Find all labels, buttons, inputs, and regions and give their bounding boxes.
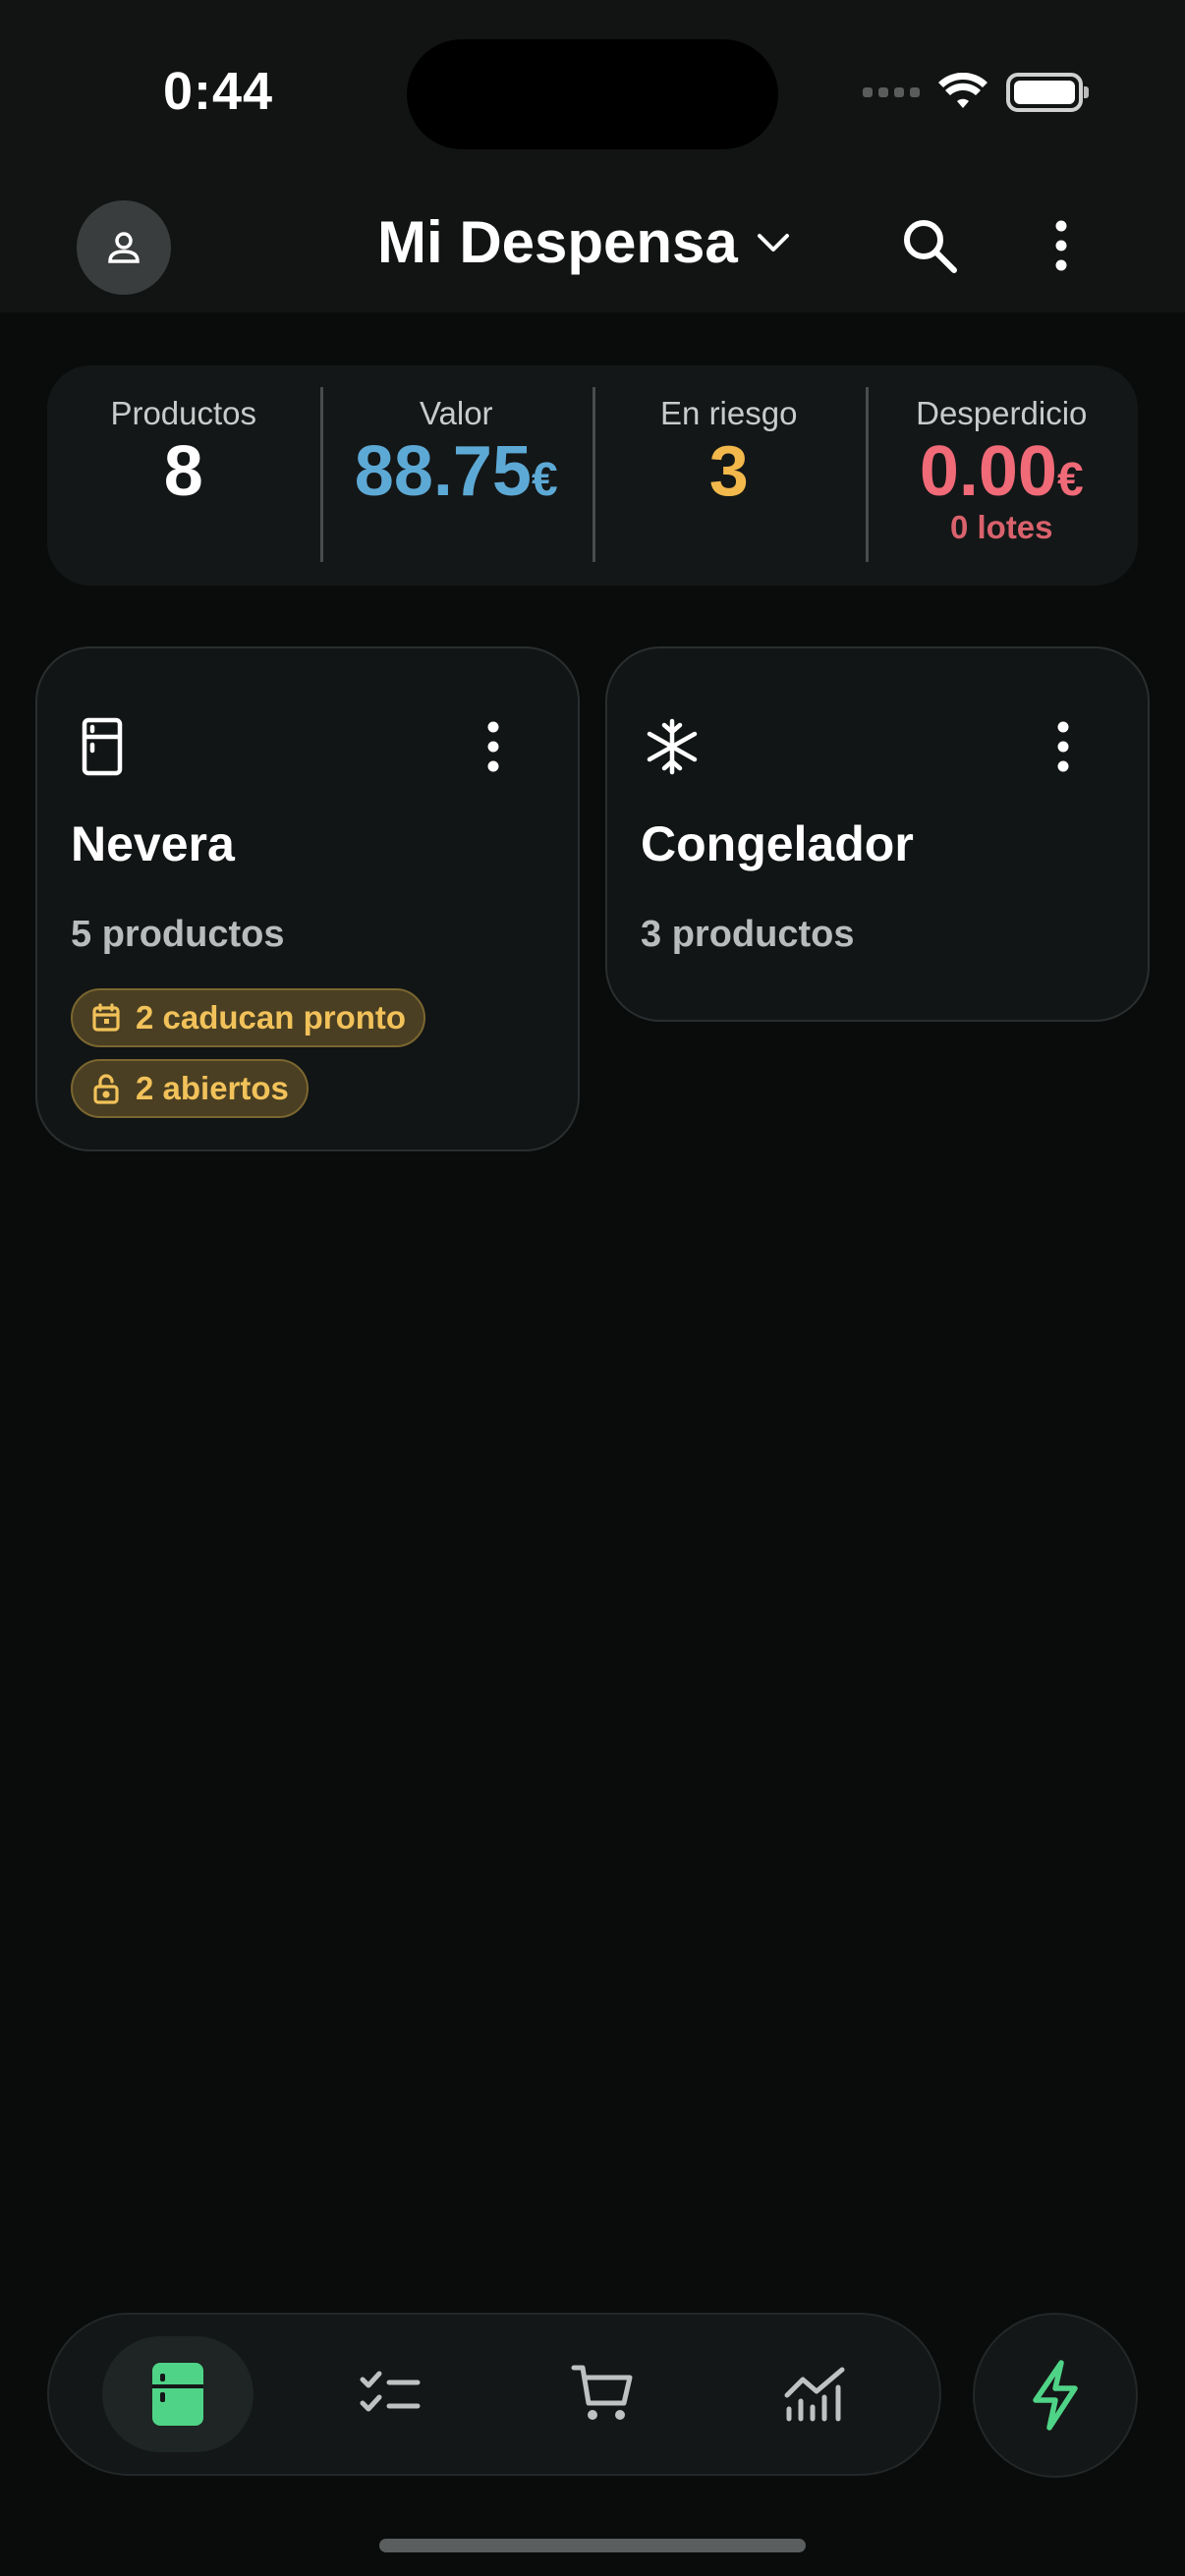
page-title: Mi Despensa [377, 209, 738, 275]
nav-tab-stats[interactable] [739, 2336, 890, 2452]
person-icon [108, 232, 140, 263]
quick-action-button[interactable] [973, 2313, 1138, 2478]
search-button[interactable] [890, 206, 969, 285]
summary-stats: Productos 8 Valor 88.75€ En riesgo 3 Des… [47, 365, 1138, 586]
stat-label: Valor [419, 395, 493, 431]
cart-icon [571, 2365, 633, 2420]
stat-products: Productos 8 [47, 387, 320, 564]
stat-label: Productos [110, 395, 257, 431]
lock-open-icon [93, 1074, 119, 1104]
stat-sub: 0 lotes [949, 509, 1053, 545]
stat-label: Desperdicio [916, 395, 1088, 431]
nav-tab-pantry[interactable] [102, 2336, 254, 2452]
stat-value-total: Valor 88.75€ [319, 387, 593, 564]
home-indicator [379, 2539, 806, 2552]
stat-value: 3 [708, 432, 749, 511]
status-time: 0:44 [163, 62, 274, 121]
bottom-navigation [47, 2313, 941, 2476]
cellular-signal-icon [863, 87, 920, 97]
badge-expiring: 2 caducan pronto [71, 988, 426, 1047]
more-vertical-icon [1055, 220, 1067, 271]
stat-label: En riesgo [660, 395, 798, 431]
card-product-count: 3 productos [641, 914, 855, 955]
snowflake-icon [647, 718, 698, 775]
dynamic-island [407, 39, 778, 149]
stat-value: 0.00€ [919, 432, 1084, 511]
battery-icon [1006, 73, 1089, 112]
calendar-icon [92, 1003, 120, 1032]
pantry-icon [152, 2363, 203, 2426]
checklist-icon [360, 2371, 421, 2412]
location-card-nevera[interactable]: Nevera 5 productos 2 caducan pronto 2 ab… [35, 646, 580, 1151]
card-product-count: 5 productos [71, 914, 285, 955]
card-more-icon[interactable] [1051, 717, 1075, 776]
card-title: Congelador [641, 816, 914, 871]
stat-value: 88.75€ [354, 432, 558, 511]
chevron-down-icon [757, 233, 789, 252]
fridge-icon [82, 717, 123, 776]
search-icon [904, 220, 957, 273]
badge-label: 2 caducan pronto [136, 999, 407, 1036]
badge-label: 2 abiertos [136, 1070, 289, 1106]
nav-tab-lists[interactable] [314, 2336, 466, 2452]
wifi-icon [938, 73, 988, 108]
analytics-icon [784, 2367, 845, 2422]
card-title: Nevera [71, 816, 235, 871]
more-menu-button[interactable] [1022, 206, 1100, 285]
pantry-selector[interactable]: Mi Despensa [377, 208, 791, 276]
lightning-icon [1033, 2360, 1078, 2431]
stat-waste: Desperdicio 0.00€ 0 lotes [865, 387, 1139, 564]
badge-opened: 2 abiertos [71, 1059, 309, 1118]
profile-avatar-button[interactable] [77, 200, 171, 295]
stat-value: 8 [163, 432, 203, 511]
status-indicators [863, 73, 1089, 112]
card-more-icon[interactable] [481, 717, 505, 776]
stat-at-risk: En riesgo 3 [592, 387, 866, 564]
nav-tab-shopping[interactable] [527, 2336, 678, 2452]
location-card-congelador[interactable]: Congelador 3 productos [605, 646, 1150, 1022]
